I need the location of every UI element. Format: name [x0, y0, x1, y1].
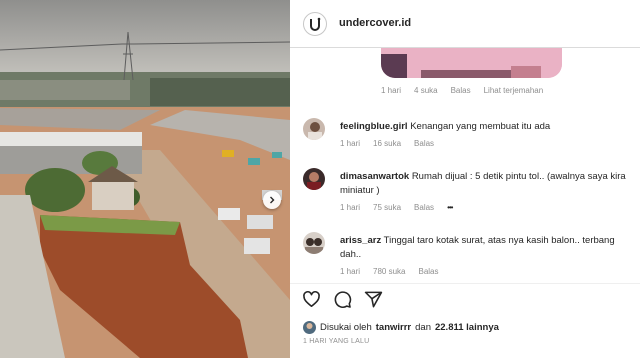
reply-button[interactable]: Balas [414, 139, 434, 148]
comment-time: 1 hari [340, 203, 361, 212]
reply-button[interactable]: Balas [418, 267, 438, 276]
commenter-avatar[interactable] [303, 118, 325, 140]
comment-time: 1 hari [381, 86, 402, 95]
liker-username[interactable]: tanwirrr [376, 322, 411, 333]
comment-embedded-image[interactable] [381, 48, 562, 78]
likes-connector: dan [415, 322, 431, 333]
comment-likes[interactable]: 780 suka [373, 267, 405, 276]
share-button[interactable] [364, 290, 383, 309]
commenter-username[interactable]: ariss_arz [340, 235, 381, 246]
comment-text: dimasanwartok Rumah dijual : 5 detik pin… [340, 170, 630, 198]
comment-text: ariss_arz Tinggal taro kotak surat, atas… [340, 234, 630, 262]
post-date[interactable]: 1 HARI YANG LALU [303, 338, 369, 345]
next-image-button[interactable] [263, 191, 281, 209]
post-actions [302, 290, 383, 309]
construction-site-photo [0, 0, 290, 358]
commenter-username[interactable]: dimasanwartok [340, 171, 409, 182]
post-header: undercover.id [290, 0, 640, 48]
comment-content: Kenangan yang membuat itu ada [410, 121, 551, 132]
section-divider [290, 283, 640, 284]
commenter-avatar[interactable] [303, 232, 325, 254]
previous-comment-meta: 1 hari 4 suka Balas Lihat terjemahan [381, 86, 543, 95]
next-arrow-icon [270, 196, 275, 204]
share-icon [364, 291, 383, 308]
undercover-logo-icon [310, 17, 321, 31]
likes-prefix: Disukai oleh [320, 322, 372, 333]
likes-summary: Disukai oleh tanwirrr dan 22.811 lainnya [303, 321, 499, 334]
commenter-username[interactable]: feelingblue.girl [340, 121, 408, 132]
more-options-icon[interactable]: ••• [447, 203, 453, 212]
comment-button[interactable] [333, 290, 352, 309]
comment-meta: 1 hari 780 suka Balas [340, 267, 439, 276]
comment-content: Tinggal taro kotak surat, atas nya kasih… [340, 235, 615, 260]
comments-panel: undercover.id 1 hari 4 suka Balas Lihat … [290, 0, 640, 358]
comment-likes[interactable]: 75 suka [373, 203, 401, 212]
comment-time: 1 hari [340, 267, 361, 276]
comment-icon [334, 291, 352, 308]
account-username[interactable]: undercover.id [339, 17, 411, 29]
heart-icon [303, 291, 320, 308]
comment-meta: 1 hari 16 suka Balas [340, 139, 434, 148]
comment-likes[interactable]: 16 suka [373, 139, 401, 148]
comment-meta: 1 hari 75 suka Balas ••• [340, 203, 454, 212]
comment-likes[interactable]: 4 suka [414, 86, 438, 95]
account-avatar[interactable] [303, 12, 327, 36]
liker-avatar[interactable] [303, 321, 316, 334]
commenter-avatar[interactable] [303, 168, 325, 190]
likes-count[interactable]: 22.811 lainnya [435, 322, 499, 333]
embedded-image-thumbnail [381, 48, 562, 78]
translate-button[interactable]: Lihat terjemahan [484, 86, 544, 95]
comment-text: feelingblue.girl Kenangan yang membuat i… [340, 120, 630, 134]
post-image[interactable] [0, 0, 290, 358]
reply-button[interactable]: Balas [414, 203, 434, 212]
comment-time: 1 hari [340, 139, 361, 148]
like-button[interactable] [302, 290, 321, 309]
reply-button[interactable]: Balas [451, 86, 471, 95]
